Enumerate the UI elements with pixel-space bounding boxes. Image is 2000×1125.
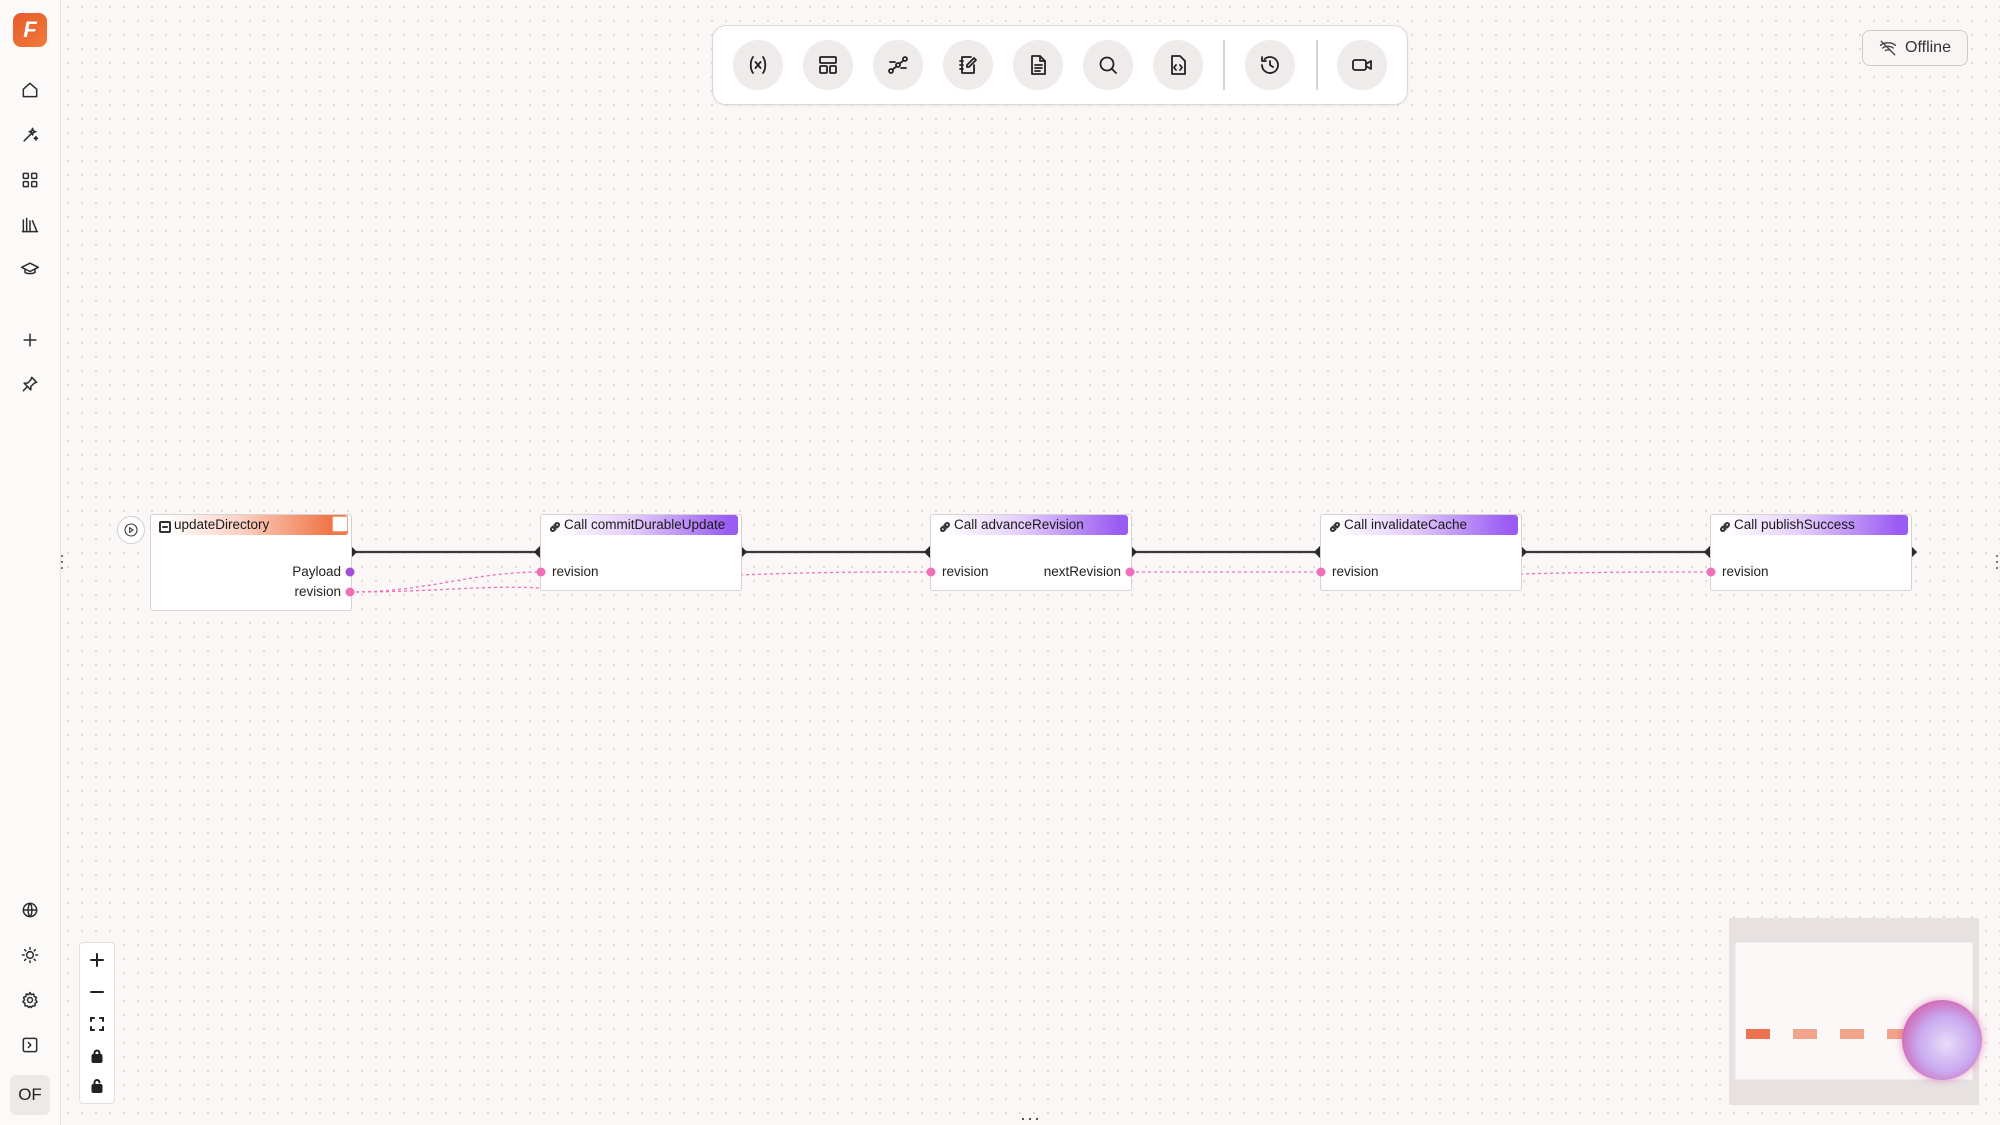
unlock-icon[interactable] bbox=[82, 1071, 112, 1101]
node-header[interactable]: Call advanceRevision bbox=[934, 515, 1128, 535]
lock-icon[interactable] bbox=[82, 1041, 112, 1071]
minimap-node bbox=[1746, 1029, 1770, 1039]
assistant-orb-button[interactable] bbox=[1902, 1000, 1982, 1080]
port-label-revision: revision bbox=[294, 584, 341, 599]
node-header[interactable]: Call invalidateCache bbox=[1324, 515, 1518, 535]
port-label-payload: Payload bbox=[292, 564, 341, 579]
function-icon bbox=[159, 519, 171, 533]
zoom-controls bbox=[79, 942, 115, 1104]
node-publish-success[interactable]: Call publishSuccess revision bbox=[1710, 514, 1912, 591]
port-label-revision: revision bbox=[552, 564, 599, 579]
run-trigger-button[interactable] bbox=[117, 516, 145, 544]
fit-view-icon[interactable] bbox=[82, 1009, 112, 1039]
minimap-node bbox=[1840, 1029, 1864, 1039]
node-header[interactable]: Call publishSuccess bbox=[1714, 515, 1908, 535]
node-update-directory[interactable]: updateDirectory Payload revision bbox=[150, 514, 352, 611]
port-label-revision: revision bbox=[1722, 564, 1769, 579]
port-label-next-revision: nextRevision bbox=[1043, 564, 1121, 579]
link-icon bbox=[1329, 519, 1341, 532]
node-title: Call invalidateCache bbox=[1344, 517, 1468, 532]
node-advance-revision[interactable]: Call advanceRevision revision nextRevisi… bbox=[930, 514, 1132, 591]
node-title: Call publishSuccess bbox=[1734, 517, 1855, 532]
data-edge bbox=[739, 571, 932, 576]
link-icon bbox=[549, 519, 561, 532]
zoom-out-icon[interactable] bbox=[82, 977, 112, 1007]
node-title: Call commitDurableUpdate bbox=[564, 517, 726, 532]
port-label-revision: revision bbox=[942, 564, 989, 579]
play-icon bbox=[124, 523, 138, 537]
node-invalidate-cache[interactable]: Call invalidateCache revision bbox=[1320, 514, 1522, 591]
node-commit-durable-update[interactable]: Call commitDurableUpdate revision bbox=[540, 514, 742, 591]
link-icon bbox=[1719, 519, 1731, 532]
data-edge bbox=[349, 586, 542, 593]
port-label-revision: revision bbox=[1332, 564, 1379, 579]
node-title: updateDirectory bbox=[174, 517, 270, 532]
link-icon bbox=[939, 519, 951, 532]
node-header[interactable]: updateDirectory bbox=[154, 515, 348, 535]
stop-toggle[interactable] bbox=[332, 516, 348, 532]
minimap-node bbox=[1793, 1029, 1817, 1039]
node-title: Call advanceRevision bbox=[954, 517, 1084, 532]
data-edge bbox=[1519, 571, 1712, 575]
zoom-in-icon[interactable] bbox=[82, 945, 112, 975]
data-edge bbox=[349, 571, 542, 593]
node-header[interactable]: Call commitDurableUpdate bbox=[544, 515, 738, 535]
